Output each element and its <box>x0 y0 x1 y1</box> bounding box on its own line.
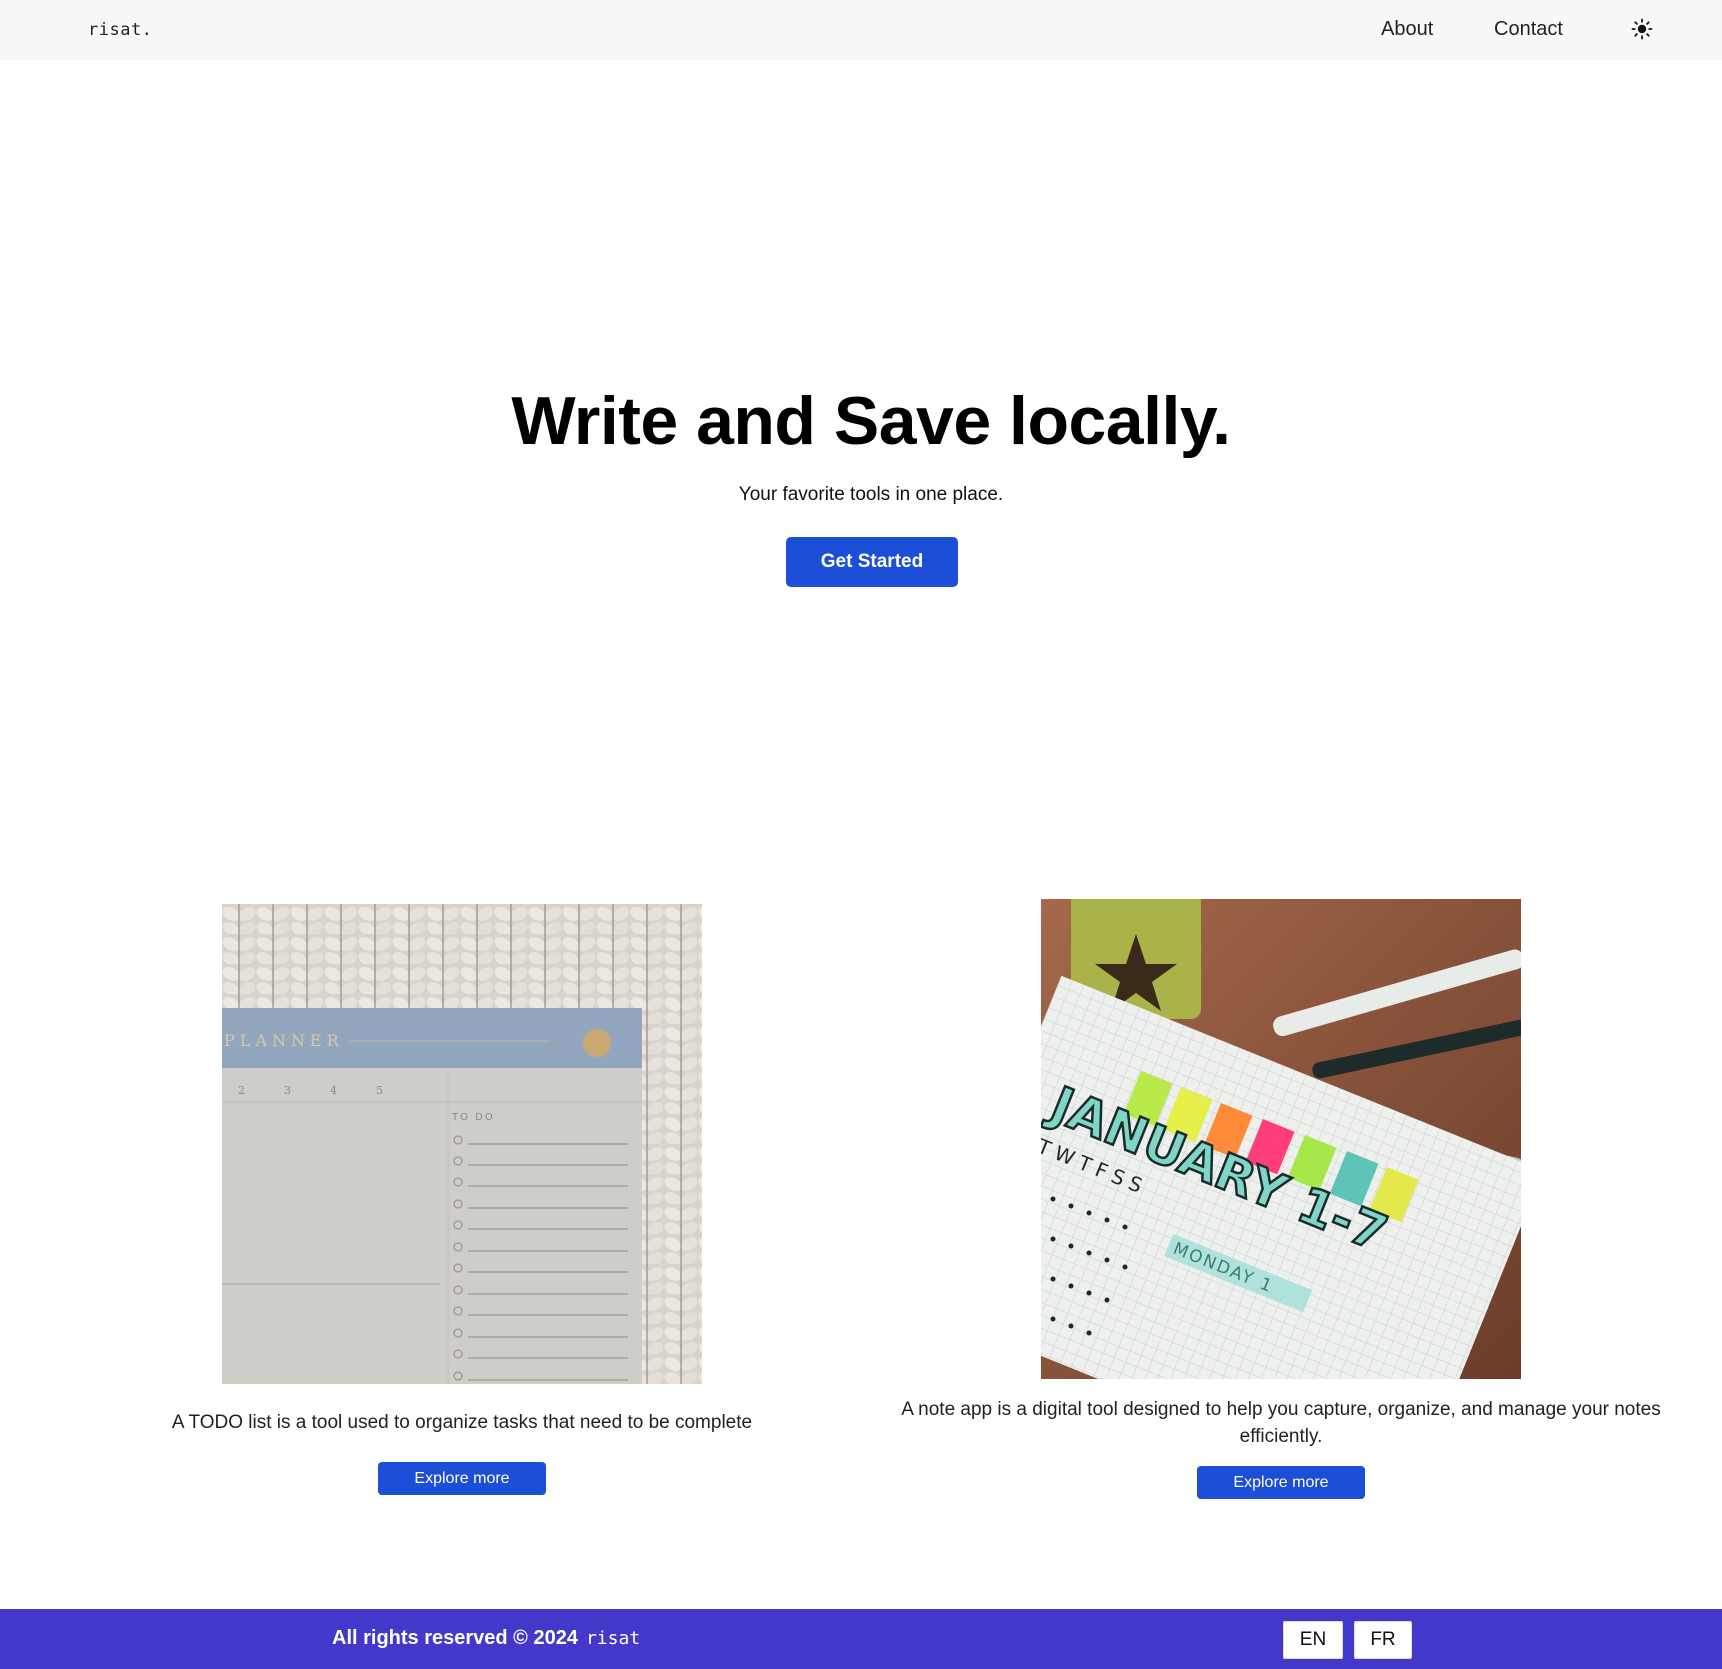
todo-description: A TODO list is a tool used to organize t… <box>171 1412 753 1433</box>
language-en-button[interactable]: EN <box>1283 1621 1343 1659</box>
day-number: 3 <box>284 1084 291 1097</box>
footer-brand: risat <box>585 1628 641 1649</box>
todo-planner-image: PLANNER 2 3 4 5 TO DO <box>222 904 702 1384</box>
explore-more-notes-button[interactable]: Explore more <box>1197 1466 1365 1499</box>
top-navbar: risat. About Contact <box>0 0 1722 60</box>
day-number: 4 <box>330 1084 337 1097</box>
theme-toggle-button[interactable] <box>1630 17 1654 41</box>
nav-link-about[interactable]: About <box>1381 18 1433 41</box>
sun-icon <box>1631 18 1653 40</box>
notes-calendar-image: JANUARY 1-7 TWTFSS MONDAY 1 <box>1041 899 1521 1379</box>
planner-label: PLANNER <box>224 1031 344 1050</box>
day-number: 5 <box>376 1084 383 1097</box>
nav-link-contact[interactable]: Contact <box>1494 18 1563 41</box>
day-number: 2 <box>238 1084 245 1097</box>
copyright-text: All rights reserved © 2024 <box>332 1627 578 1649</box>
footer-copyright: All rights reserved © 2024 risat <box>332 1627 640 1650</box>
notes-description: A note app is a digital tool designed to… <box>901 1399 1661 1447</box>
hero-title: Write and Save locally. <box>511 383 1231 459</box>
hero-subtitle: Your favorite tools in one place. <box>738 484 1004 505</box>
explore-more-todo-button[interactable]: Explore more <box>378 1462 546 1495</box>
brand-logo[interactable]: risat. <box>88 20 152 40</box>
language-fr-button[interactable]: FR <box>1354 1621 1412 1659</box>
todo-label: TO DO <box>451 1112 495 1123</box>
site-footer: All rights reserved © 2024 risat EN FR <box>0 1609 1722 1669</box>
get-started-button[interactable]: Get Started <box>786 537 958 587</box>
